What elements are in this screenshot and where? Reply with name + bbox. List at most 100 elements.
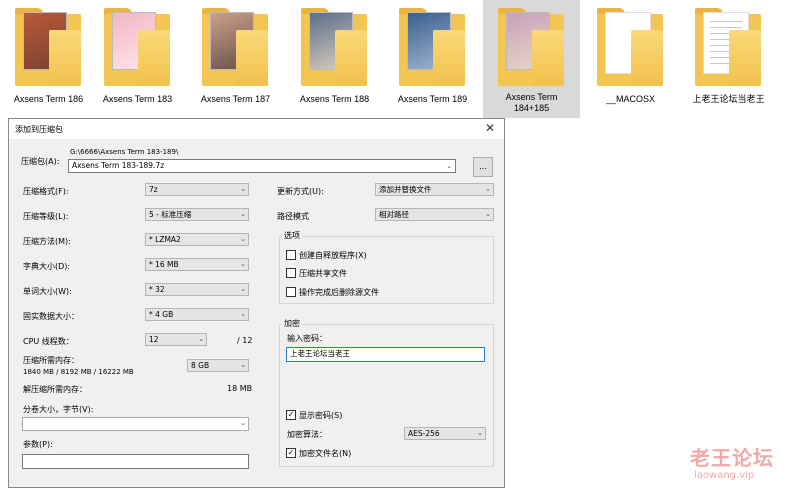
folder-icon [301,8,367,86]
threads-select[interactable]: 12 ⌄ [145,333,207,346]
encrypt-names-checkbox[interactable]: ✓ [286,448,296,458]
threads-value: 12 [149,335,159,344]
chevron-down-icon: ⌄ [446,162,452,170]
encryption-group [279,324,494,467]
archive-name-combo[interactable]: Axsens Term 183-189.7z ⌄ [68,159,456,173]
folder-label: Axsens Term 186 [13,94,84,104]
update-select[interactable]: 添加并替换文件 ⌄ [375,183,494,196]
close-icon[interactable]: ✕ [485,121,495,135]
chevron-down-icon: ⌄ [485,210,491,218]
folder-item[interactable]: Axsens Term 183 [89,0,186,118]
archive-label: 压缩包(A): [21,157,60,166]
folder-icon [104,8,170,86]
volume-label: 分卷大小，字节(V): [23,405,94,414]
path-mode-select[interactable]: 相对路径 ⌄ [375,208,494,221]
chevron-down-icon: ⌄ [240,361,246,369]
params-input[interactable] [22,454,249,469]
method-value: * LZMA2 [149,235,181,244]
add-to-archive-dialog: 添加到压缩包 ✕ 压缩包(A): G:\6666\Axsens Term 183… [8,118,505,488]
chevron-down-icon: ⌄ [240,210,246,218]
folder-icon [498,8,564,86]
password-label: 输入密码： [287,334,327,343]
folder-icon [399,8,465,86]
folder-label: Axsens Term 187 [200,94,271,104]
solid-value: * 4 GB [149,310,174,319]
encrypt-names-label: 加密文件名(N) [299,449,352,458]
threads-max: / 12 [237,336,253,345]
folder-icon [695,8,761,86]
dict-select[interactable]: * 16 MB ⌄ [145,258,249,271]
folder-icon [597,8,663,86]
chevron-down-icon: ⌄ [240,185,246,193]
format-select[interactable]: 7z ⌄ [145,183,249,196]
show-password-label: 显示密码(S) [299,411,343,420]
memory-label: 压缩所需内存： [23,356,79,365]
option-label-2: 操作完成后删除源文件 [299,288,379,297]
word-label: 单词大小(W): [23,287,72,296]
memory-limit-select[interactable]: 8 GB ⌄ [187,359,249,372]
folder-icon [202,8,268,86]
option-checkbox-0[interactable] [286,250,296,260]
update-value: 添加并替换文件 [379,185,432,194]
folder-item[interactable]: __MACOSX [582,0,679,118]
folder-label: __MACOSX [605,94,656,104]
folder-label: Axsens Term 188 [299,94,370,104]
encryption-method-value: AES-256 [408,429,440,438]
chevron-down-icon: ⌄ [240,310,246,318]
chevron-down-icon: ⌄ [240,235,246,243]
folder-item[interactable]: Axsens Term 189 [384,0,481,118]
level-select[interactable]: 5 - 标准压缩 ⌄ [145,208,249,221]
level-value: 5 - 标准压缩 [149,210,192,219]
chevron-down-icon: ⌄ [240,260,246,268]
method-select[interactable]: * LZMA2 ⌄ [145,233,249,246]
archive-name-value: Axsens Term 183-189.7z [72,161,165,170]
update-label: 更新方式(U): [277,187,324,196]
folder-item[interactable]: Axsens Term 186 [0,0,97,118]
folder-label: Axsens Term 184+185 [505,92,558,113]
folder-label: 上老王论坛当老王 [692,94,765,104]
chevron-down-icon: ⌄ [485,185,491,193]
chevron-down-icon: ⌄ [240,419,246,427]
option-checkbox-2[interactable] [286,287,296,297]
memory-detail: 1840 MB / 8192 MB / 16222 MB [23,368,134,376]
memory-limit-value: 8 GB [191,361,210,370]
watermark-logo: 老王论坛 [690,446,774,470]
format-value: 7z [149,185,158,194]
folder-label: Axsens Term 183 [102,94,173,104]
folder-label: Axsens Term 189 [397,94,468,104]
chevron-down-icon: ⌄ [477,429,483,437]
encryption-method-select[interactable]: AES-256 ⌄ [404,427,486,440]
browse-button[interactable]: ... [473,157,493,177]
chevron-down-icon: ⌄ [198,335,204,343]
file-explorer: Axsens Term 186 Axsens Term 183 Axsens Ter… [0,0,800,118]
folder-item[interactable]: Axsens Term 187 [187,0,284,118]
solid-label: 固实数据大小： [23,312,79,321]
format-label: 压缩格式(F): [23,187,69,196]
path-mode-label: 路径模式 [277,212,309,221]
folder-item[interactable]: Axsens Term 184+185 [483,0,580,118]
dialog-titlebar: 添加到压缩包 ✕ [9,119,504,139]
volume-combo[interactable]: ⌄ [22,417,249,431]
method-label: 压缩方法(M): [23,237,71,246]
solid-select[interactable]: * 4 GB ⌄ [145,308,249,321]
level-label: 压缩等级(L): [23,212,69,221]
word-select[interactable]: * 32 ⌄ [145,283,249,296]
decompress-memory-value: 18 MB [227,384,253,393]
options-title: 选项 [282,230,302,241]
show-password-checkbox[interactable]: ✓ [286,410,296,420]
dialog-title: 添加到压缩包 [15,125,63,134]
threads-label: CPU 线程数： [23,337,74,346]
option-label-1: 压缩共享文件 [299,269,347,278]
decompress-memory-label: 解压缩所需内存： [23,385,87,394]
check-icon: ✓ [287,410,295,419]
folder-item[interactable]: Axsens Term 188 [286,0,383,118]
folder-item[interactable]: 上老王论坛当老王 [680,0,777,118]
folder-icon [15,8,81,86]
option-label-0: 创建自释放程序(X) [299,251,367,260]
word-value: * 32 [149,285,165,294]
password-input[interactable]: 上老王论坛当老王 [286,347,485,362]
option-checkbox-1[interactable] [286,268,296,278]
path-mode-value: 相对路径 [379,210,409,219]
encryption-method-label: 加密算法： [287,430,327,439]
params-label: 参数(P): [23,440,53,449]
